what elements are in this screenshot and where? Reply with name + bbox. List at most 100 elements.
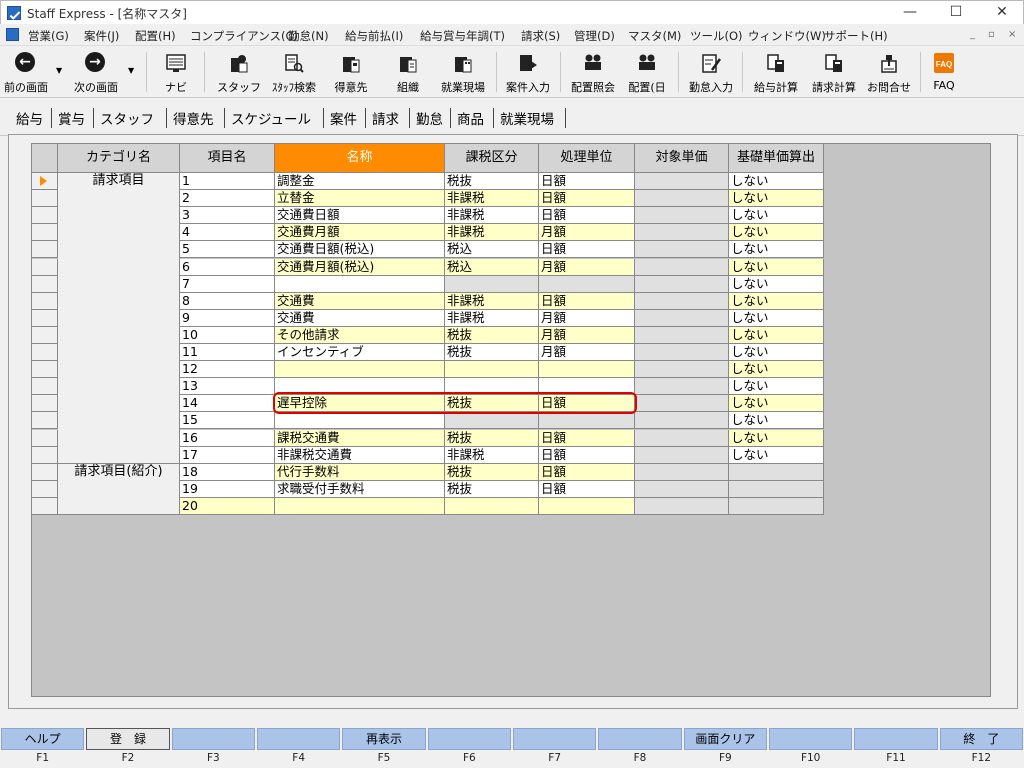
row-selector[interactable] <box>32 463 58 481</box>
toolbar-staff-button[interactable]: スタッフ <box>212 48 266 96</box>
toolbar-placement-query-button[interactable]: 配置照会 <box>564 48 622 96</box>
cell-processing-unit[interactable]: 月額 <box>539 224 635 242</box>
exit-button[interactable]: 終 了 <box>939 728 1023 750</box>
menu-compliance[interactable]: コンプライアンス(C) <box>190 28 298 44</box>
cell-base-price-calc[interactable]: しない <box>729 446 824 464</box>
menu-advance-pay[interactable]: 給与前払(I) <box>345 28 403 44</box>
cell-target-unit-price[interactable] <box>635 497 729 515</box>
row-selector[interactable] <box>32 497 58 515</box>
cell-target-unit-price[interactable] <box>635 258 729 276</box>
header-item-no[interactable]: 項目名 <box>180 144 275 173</box>
cell-name[interactable]: 調整金 <box>275 173 445 190</box>
cell-name[interactable]: 立替金 <box>275 190 445 208</box>
mdi-minimize-button[interactable]: _ <box>970 29 975 40</box>
cell-tax-category[interactable]: 税抜 <box>445 480 539 498</box>
cell-name[interactable]: 交通費 <box>275 309 445 327</box>
toolbar-inquiry-button[interactable]: お問合せ <box>862 48 916 96</box>
tab-staff[interactable]: スタッフ <box>100 108 154 128</box>
cell-processing-unit[interactable]: 日額 <box>539 241 635 259</box>
cell-name[interactable]: 交通費日額(税込) <box>275 241 445 259</box>
cell-target-unit-price[interactable] <box>635 429 729 447</box>
cell-target-unit-price[interactable] <box>635 463 729 481</box>
header-base-price-calc[interactable]: 基礎単価算出 <box>729 144 824 173</box>
menu-attendance[interactable]: 勤怠(N) <box>288 28 329 44</box>
toolbar-client-button[interactable]: 得意先 <box>326 48 376 96</box>
cell-base-price-calc[interactable]: しない <box>729 258 824 276</box>
cell-base-price-calc[interactable]: しない <box>729 344 824 361</box>
cell-base-price-calc[interactable]: しない <box>729 207 824 225</box>
toolbar-placement-daily-button[interactable]: 配置(日 <box>624 48 670 96</box>
cell-target-unit-price[interactable] <box>635 446 729 464</box>
cell-base-price-calc[interactable]: しない <box>729 275 824 293</box>
cell-tax-category[interactable]: 非課税 <box>445 292 539 310</box>
f4-button[interactable] <box>257 728 341 750</box>
cell-target-unit-price[interactable] <box>635 309 729 327</box>
cell-processing-unit[interactable]: 月額 <box>539 326 635 344</box>
f8-button[interactable] <box>598 728 682 750</box>
header-category[interactable]: カテゴリ名 <box>58 144 180 173</box>
cell-target-unit-price[interactable] <box>635 241 729 259</box>
tab-salary[interactable]: 給与 <box>16 108 43 128</box>
mdi-close-button[interactable]: × <box>1008 29 1016 40</box>
row-selector[interactable] <box>32 446 58 464</box>
cell-item-no[interactable]: 20 <box>180 497 275 515</box>
cell-name[interactable]: 交通費日額 <box>275 207 445 225</box>
cell-target-unit-price[interactable] <box>635 378 729 396</box>
cell-processing-unit[interactable]: 月額 <box>539 309 635 327</box>
cell-tax-category[interactable]: 税抜 <box>445 429 539 447</box>
cell-base-price-calc[interactable]: しない <box>729 241 824 259</box>
cell-name[interactable] <box>275 497 445 515</box>
row-selector[interactable] <box>32 207 58 225</box>
cell-item-no[interactable]: 2 <box>180 190 275 208</box>
cell-item-no[interactable]: 4 <box>180 224 275 242</box>
document-icon[interactable] <box>6 28 19 41</box>
toolbar-navi-button[interactable]: ナビ <box>158 48 194 96</box>
toolbar-attendance-input-button[interactable]: 勤怠入力 <box>684 48 738 96</box>
cell-base-price-calc[interactable]: しない <box>729 412 824 430</box>
close-button[interactable]: ✕ <box>979 1 1024 25</box>
cell-target-unit-price[interactable] <box>635 412 729 430</box>
cell-tax-category[interactable]: 非課税 <box>445 309 539 327</box>
cell-item-no[interactable]: 18 <box>180 463 275 481</box>
row-selector[interactable] <box>32 395 58 413</box>
cell-category[interactable]: 請求項目 <box>58 173 180 464</box>
f3-button[interactable] <box>171 728 255 750</box>
cell-item-no[interactable]: 6 <box>180 258 275 276</box>
cell-name[interactable]: 交通費 <box>275 292 445 310</box>
f6-button[interactable] <box>427 728 511 750</box>
row-selector[interactable] <box>32 378 58 396</box>
cell-tax-category[interactable]: 非課税 <box>445 446 539 464</box>
toolbar-billing-calc-button[interactable]: 請求計算 <box>806 48 862 96</box>
cell-item-no[interactable]: 8 <box>180 292 275 310</box>
toolbar-worksite-button[interactable]: 就業現場 <box>436 48 490 96</box>
toolbar-organization-button[interactable]: 組織 <box>386 48 430 96</box>
row-selector[interactable] <box>32 326 58 344</box>
tab-product[interactable]: 商品 <box>457 108 484 128</box>
cell-item-no[interactable]: 10 <box>180 326 275 344</box>
clear-screen-button[interactable]: 画面クリア <box>683 728 767 750</box>
cell-tax-category[interactable] <box>445 412 539 430</box>
cell-item-no[interactable]: 12 <box>180 361 275 379</box>
cell-name[interactable]: 求職受付手数料 <box>275 480 445 498</box>
row-selector[interactable] <box>32 275 58 293</box>
menu-projects[interactable]: 案件(J) <box>84 28 119 44</box>
cell-base-price-calc[interactable]: しない <box>729 378 824 396</box>
row-selector[interactable] <box>32 361 58 379</box>
toolbar-staff-search-button[interactable]: ｽﾀｯﾌ検索 <box>266 48 322 96</box>
menu-placement[interactable]: 配置(H) <box>135 28 176 44</box>
cell-target-unit-price[interactable] <box>635 190 729 208</box>
cell-item-no[interactable]: 14 <box>180 395 275 413</box>
cell-target-unit-price[interactable] <box>635 395 729 413</box>
cell-tax-category[interactable]: 税込 <box>445 241 539 259</box>
cell-name[interactable] <box>275 412 445 430</box>
menu-management[interactable]: 管理(D) <box>574 28 615 44</box>
cell-target-unit-price[interactable] <box>635 326 729 344</box>
cell-item-no[interactable]: 13 <box>180 378 275 396</box>
cell-tax-category[interactable] <box>445 361 539 379</box>
mdi-restore-button[interactable]: ▫ <box>988 29 995 40</box>
cell-processing-unit[interactable]: 日額 <box>539 480 635 498</box>
cell-tax-category[interactable]: 非課税 <box>445 224 539 242</box>
forward-button[interactable]: → 次の画面 <box>66 48 126 96</box>
cell-item-no[interactable]: 1 <box>180 173 275 190</box>
cell-target-unit-price[interactable] <box>635 480 729 498</box>
